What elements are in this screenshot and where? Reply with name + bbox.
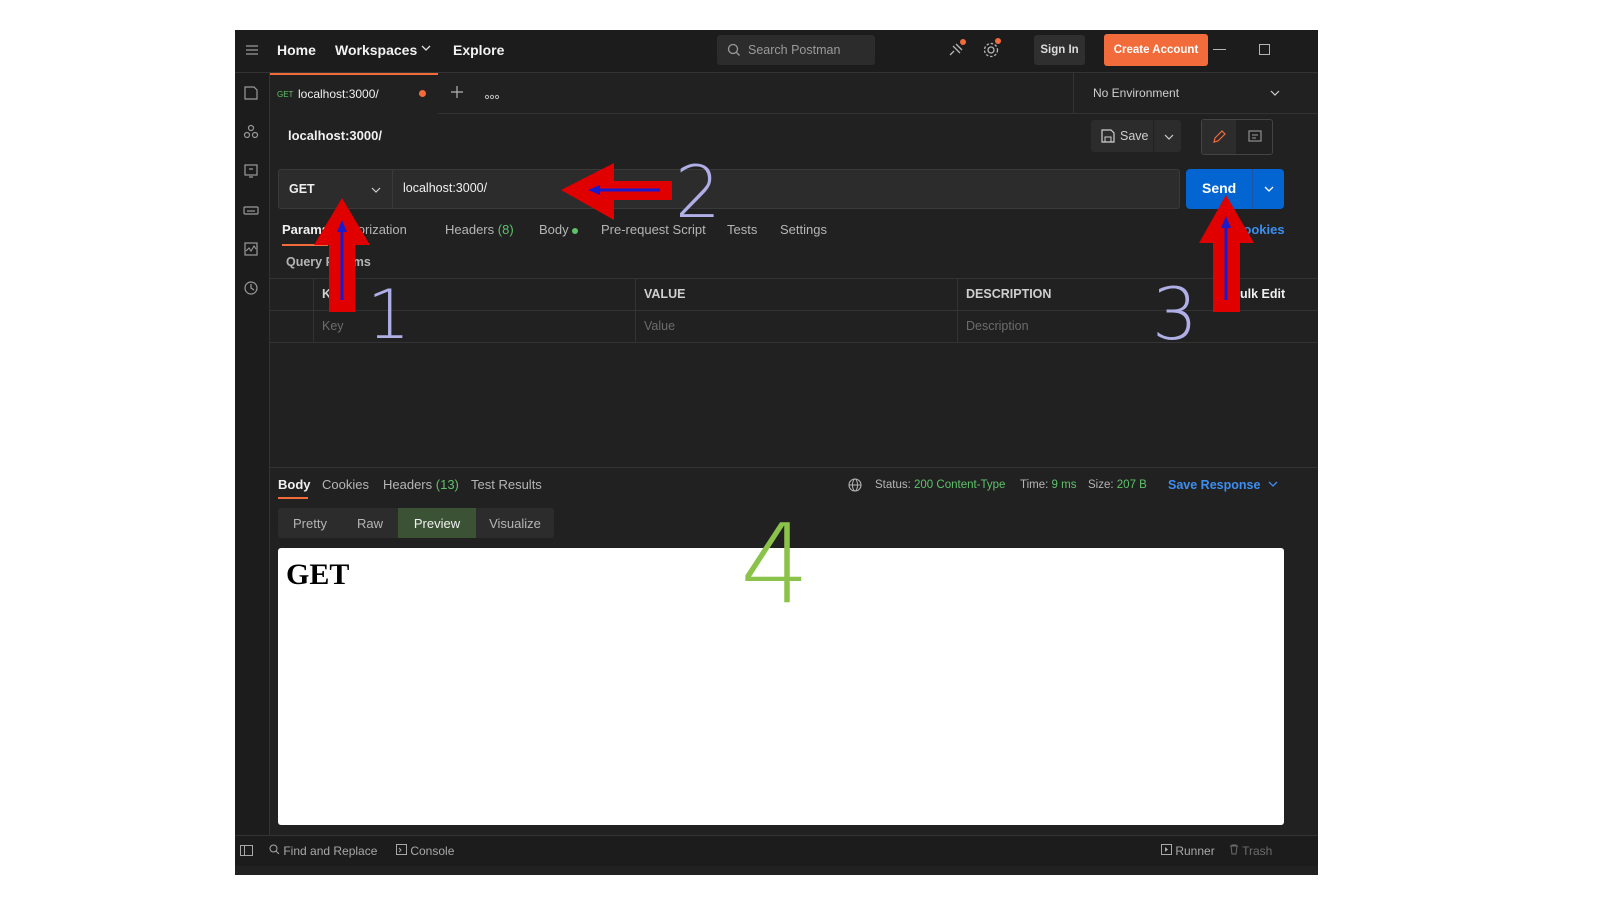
annotation-number-3: 3	[1152, 272, 1198, 356]
annotation-overlay	[314, 163, 1254, 312]
annotation-number-2: 2	[675, 150, 721, 234]
annotation-arrow-1	[314, 198, 370, 312]
annotation-arrow-2	[561, 163, 672, 220]
annotation-arrow-3	[1199, 195, 1254, 312]
annotation-number-1: 1	[367, 276, 411, 355]
annotation-number-4: 4	[740, 500, 810, 628]
